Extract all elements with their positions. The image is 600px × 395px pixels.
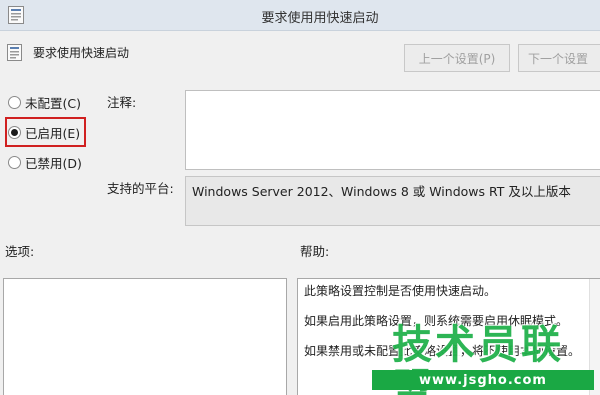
radio-disabled[interactable]: 已禁用(D) (8, 153, 82, 171)
comment-textarea[interactable] (185, 90, 600, 170)
radio-not-configured-button[interactable] (8, 95, 21, 109)
comment-label: 注释: (107, 95, 137, 110)
policy-name: 要求使用快速启动 (33, 46, 130, 60)
options-panel[interactable] (3, 278, 287, 395)
previous-setting-button[interactable]: 上一个设置(P) (404, 44, 510, 72)
platform-field: Windows Server 2012、Windows 8 或 Windows … (185, 176, 600, 226)
radio-not-configured-label: 未配置(C) (25, 95, 81, 111)
highlight-box (5, 117, 86, 147)
radio-disabled-label: 已禁用(D) (25, 155, 82, 171)
radio-not-configured[interactable]: 未配置(C) (8, 93, 81, 111)
platform-label: 支持的平台: (107, 181, 174, 196)
window-title: 要求使用用快速启动 (261, 11, 379, 26)
radio-disabled-button[interactable] (8, 155, 21, 169)
watermark-url: www.jsgho.com (372, 370, 594, 390)
help-paragraph: 此策略设置控制是否使用快速启动。 (304, 284, 497, 298)
title-bar: 要求使用用快速启动 (0, 0, 600, 31)
options-label: 选项: (5, 244, 35, 259)
next-setting-button[interactable]: 下一个设置 (518, 44, 600, 72)
policy-setting-icon (7, 44, 22, 61)
help-label: 帮助: (300, 244, 330, 259)
